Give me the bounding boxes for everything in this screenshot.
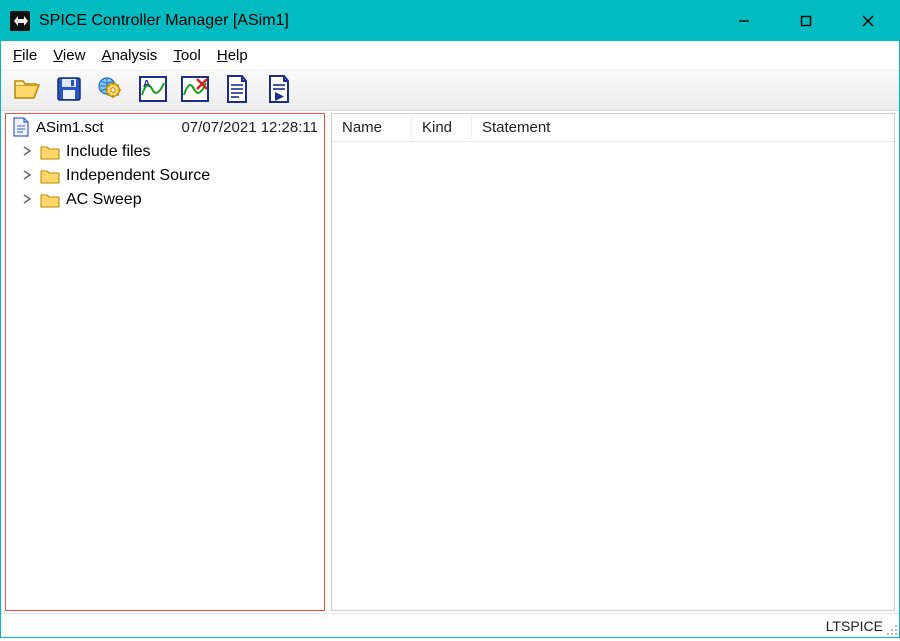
menu-analysis[interactable]: Analysis (95, 45, 163, 66)
toolbar-save-button[interactable] (51, 74, 87, 108)
detail-panel[interactable]: Name Kind Statement (331, 113, 895, 611)
menu-help[interactable]: Help (211, 45, 254, 66)
chevron-right-icon[interactable] (20, 145, 34, 159)
column-header-name[interactable]: Name (332, 115, 412, 140)
folder-icon (40, 143, 60, 161)
folder-icon (40, 191, 60, 209)
window-title: SPICE Controller Manager [ASim1] (39, 12, 289, 30)
gear-globe-icon (96, 75, 126, 107)
chevron-right-icon[interactable] (20, 193, 34, 207)
column-header-statement[interactable]: Statement (472, 115, 894, 140)
app-icon (9, 10, 31, 32)
close-button[interactable] (837, 1, 899, 41)
maximize-button[interactable] (775, 1, 837, 41)
waveform-a-icon: A (138, 75, 168, 107)
titlebar[interactable]: SPICE Controller Manager [ASim1] (1, 1, 899, 41)
folder-icon (40, 167, 60, 185)
resize-grip[interactable] (885, 623, 899, 637)
tree-item-acsweep[interactable]: AC Sweep (6, 188, 324, 212)
statusbar-text: LTSPICE (826, 618, 883, 634)
tree-panel[interactable]: ASim1.sct 07/07/2021 12:28:11 Include fi… (5, 113, 325, 611)
detail-body[interactable] (332, 142, 894, 610)
menu-tool[interactable]: Tool (167, 45, 207, 66)
toolbar-settings-button[interactable] (93, 74, 129, 108)
toolbar-document-button[interactable] (219, 74, 255, 108)
script-file-icon (12, 118, 30, 136)
tree-item-indep[interactable]: Independent Source (6, 164, 324, 188)
workspace: ASim1.sct 07/07/2021 12:28:11 Include fi… (1, 111, 899, 613)
app-window: SPICE Controller Manager [ASim1] File Vi… (0, 0, 900, 638)
menu-view[interactable]: View (47, 45, 91, 66)
column-header-kind[interactable]: Kind (412, 115, 472, 140)
folder-open-icon (12, 76, 42, 106)
floppy-icon (55, 75, 83, 107)
chevron-right-icon[interactable] (20, 169, 34, 183)
toolbar-document-run-button[interactable] (261, 74, 297, 108)
waveform-x-icon (180, 75, 210, 107)
document-lines-icon (224, 74, 250, 108)
tree-root-item[interactable]: ASim1.sct 07/07/2021 12:28:11 (6, 114, 324, 140)
toolbar-plot-a-button[interactable]: A (135, 74, 171, 108)
detail-header: Name Kind Statement (332, 114, 894, 142)
document-play-icon (266, 74, 292, 108)
tree-item-label: Include files (66, 143, 151, 161)
toolbar: A (1, 71, 899, 111)
statusbar: LTSPICE (1, 613, 899, 637)
toolbar-plot-x-button[interactable] (177, 74, 213, 108)
toolbar-open-button[interactable] (9, 74, 45, 108)
tree-item-label: AC Sweep (66, 191, 142, 209)
tree-root-filename: ASim1.sct (36, 119, 104, 136)
minimize-button[interactable] (713, 1, 775, 41)
tree-item-include[interactable]: Include files (6, 140, 324, 164)
menubar: File View Analysis Tool Help (1, 41, 899, 71)
svg-text:A: A (143, 79, 150, 90)
tree-item-label: Independent Source (66, 167, 210, 185)
tree-root-timestamp: 07/07/2021 12:28:11 (181, 119, 318, 136)
menu-file[interactable]: File (7, 45, 43, 66)
